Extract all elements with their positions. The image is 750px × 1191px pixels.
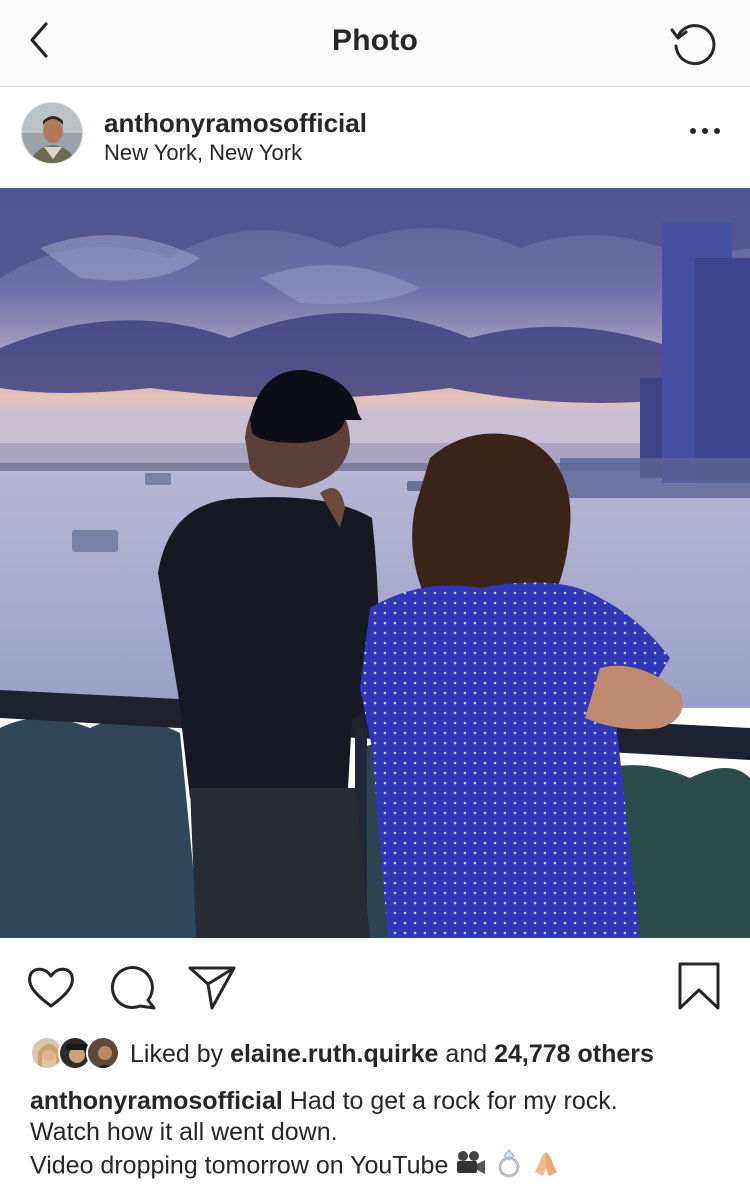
share-button[interactable]	[186, 960, 240, 1014]
liker-username[interactable]: elaine.ruth.quirke	[230, 1040, 438, 1068]
likes-row: Liked by elaine.ruth.quirke and 24,778 o…	[30, 1036, 730, 1072]
post-username[interactable]: anthonyramosofficial	[104, 108, 367, 139]
post-photo[interactable]	[0, 188, 750, 938]
refresh-button[interactable]	[668, 16, 720, 68]
comment-button[interactable]	[106, 960, 160, 1014]
comment-icon	[110, 966, 156, 1010]
more-horizontal-icon	[690, 128, 720, 134]
caption-line-2: Watch how it all went down.	[30, 1118, 338, 1146]
save-button[interactable]	[672, 960, 726, 1014]
movie-camera-icon	[455, 1149, 487, 1185]
folded-hands-icon	[531, 1148, 561, 1186]
avatar[interactable]	[21, 102, 83, 164]
caption-username[interactable]: anthonyramosofficial	[30, 1087, 283, 1115]
caption-line-1: Had to get a rock for my rock.	[289, 1087, 618, 1115]
more-options-button[interactable]	[688, 124, 722, 138]
post-caption: anthonyramosofficial Had to get a rock f…	[30, 1086, 730, 1186]
liker-avatars[interactable]	[30, 1036, 122, 1072]
refresh-icon	[670, 24, 716, 66]
heart-icon	[28, 967, 74, 1008]
bookmark-icon	[678, 962, 720, 1010]
ring-icon	[494, 1148, 524, 1186]
post-header: anthonyramosofficial New York, New York	[0, 88, 750, 188]
likes-count[interactable]: 24,778 others	[494, 1040, 654, 1068]
likes-prefix: Liked by	[130, 1040, 224, 1068]
action-bar	[0, 938, 750, 1038]
post-location[interactable]: New York, New York	[104, 140, 302, 166]
liker-avatar	[86, 1036, 120, 1070]
page-title: Photo	[332, 24, 418, 57]
send-icon	[188, 966, 236, 1010]
caption-line-3: Video dropping tomorrow on YouTube	[30, 1151, 449, 1180]
likes-summary[interactable]: Liked by elaine.ruth.quirke and 24,778 o…	[130, 1040, 654, 1069]
profile-photo	[22, 103, 82, 163]
post-image	[0, 188, 750, 938]
like-button[interactable]	[24, 960, 78, 1014]
top-nav-bar: Photo	[0, 0, 750, 87]
likes-conjunction: and	[445, 1040, 488, 1068]
